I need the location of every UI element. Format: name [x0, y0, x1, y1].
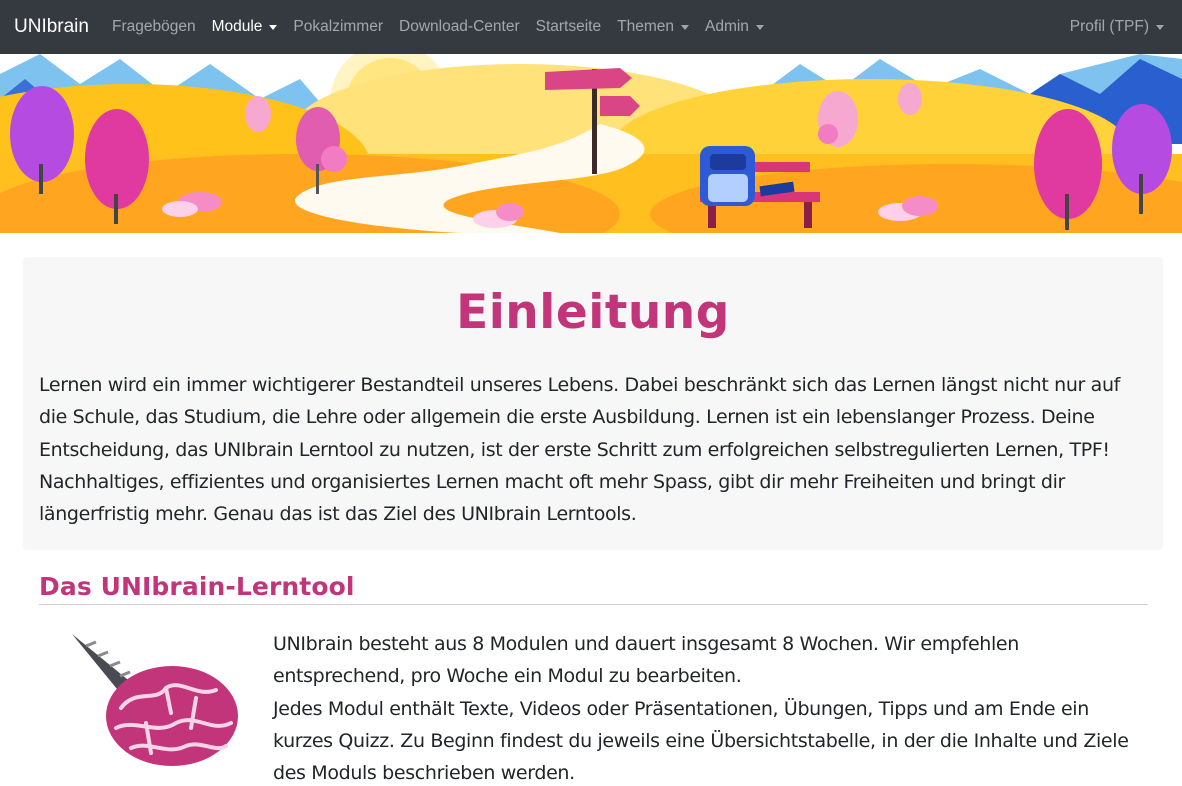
nav-label: Admin	[704, 18, 749, 35]
chevron-down-icon	[1156, 25, 1164, 30]
profile-dropdown[interactable]: Profil (TPF)	[1070, 0, 1164, 54]
top-navbar: UNIbrain Fragebögen Module Pokalzimmer D…	[0, 0, 1182, 54]
nav-item-download-center[interactable]: Download-Center	[399, 18, 520, 36]
chevron-down-icon	[755, 25, 764, 30]
nav-label: Download-Center	[399, 18, 520, 35]
section-divider	[39, 604, 1148, 605]
nav-label: Pokalzimmer	[293, 18, 383, 35]
nav-label: Fragebögen	[111, 18, 196, 35]
unicorn-brain-logo	[72, 634, 238, 766]
section-paragraph: Jedes Modul enthält Texte, Videos oder P…	[273, 697, 1129, 785]
nav-item-pokalzimmer[interactable]: Pokalzimmer	[293, 18, 383, 36]
intro-card: Einleitung Lernen wird ein immer wichtig…	[23, 257, 1163, 550]
header-banner	[0, 54, 1182, 233]
intro-paragraph: Lernen wird ein immer wichtigerer Bestan…	[39, 374, 1121, 526]
nav-item-module[interactable]: Module	[212, 18, 278, 36]
nav-label: Themen	[617, 18, 674, 35]
chevron-down-icon	[680, 25, 689, 30]
nav-label: Module	[211, 18, 263, 35]
section-title: Das UNIbrain-Lerntool	[39, 572, 355, 601]
nav-item-frageboegen[interactable]: Fragebögen	[112, 18, 196, 36]
landscape-illustration	[0, 54, 1182, 233]
section-paragraph: UNIbrain besteht aus 8 Modulen und dauer…	[273, 633, 1019, 688]
nav-label: Startseite	[535, 18, 602, 35]
nav-item-themen[interactable]: Themen	[617, 18, 689, 36]
profile-label: Profil (TPF)	[1069, 18, 1149, 35]
section-body: UNIbrain besteht aus 8 Modulen und dauer…	[273, 628, 1153, 786]
brand-link[interactable]: UNIbrain	[14, 16, 89, 38]
nav-item-admin[interactable]: Admin	[705, 18, 764, 36]
nav-item-startseite[interactable]: Startseite	[536, 18, 601, 36]
chevron-down-icon	[269, 25, 278, 30]
page-title: Einleitung	[456, 285, 730, 340]
